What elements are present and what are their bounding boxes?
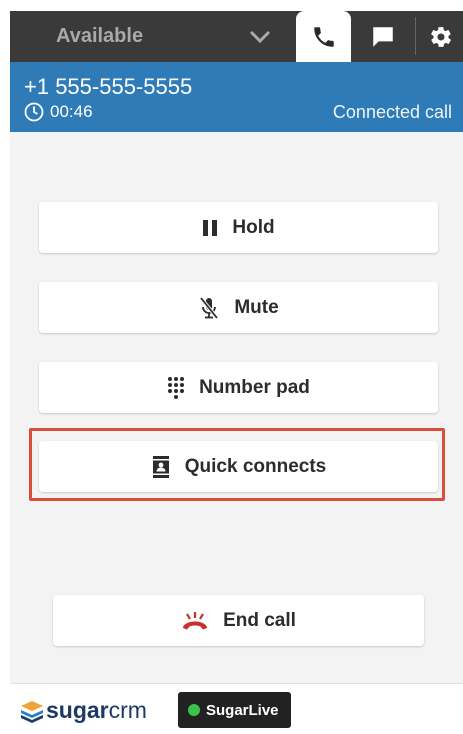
- timer-value: 00:46: [50, 102, 93, 121]
- chat-icon: [373, 26, 393, 47]
- caller-number: +1 555-555-5555: [24, 74, 193, 99]
- number-pad-button[interactable]: Number pad: [39, 362, 438, 413]
- sugarcrm-logo[interactable]: sugar crm: [18, 697, 147, 724]
- chevron-down-icon: [249, 30, 271, 43]
- end-call-label: End call: [223, 609, 296, 631]
- clock-icon: [24, 102, 44, 122]
- hold-label: Hold: [232, 216, 275, 238]
- number-pad-label: Number pad: [199, 376, 310, 398]
- quick-connects-label: Quick connects: [184, 455, 327, 477]
- footer-bar: sugar crm SugarLive: [10, 683, 463, 734]
- mute-button[interactable]: Mute: [39, 282, 438, 333]
- sugarlive-label: SugarLive: [206, 701, 279, 719]
- sugarlive-badge[interactable]: SugarLive: [178, 692, 291, 728]
- tab-chat[interactable]: [356, 11, 410, 62]
- hang-up-icon: [181, 610, 209, 632]
- sugarcrm-cube-icon: [21, 700, 43, 723]
- call-state: Connected call: [332, 102, 452, 122]
- tab-phone[interactable]: [296, 11, 351, 62]
- keypad-icon: [167, 376, 185, 400]
- tab-settings[interactable]: [418, 11, 463, 62]
- mute-icon: [198, 296, 220, 320]
- phone-icon: [313, 26, 334, 47]
- contact-book-icon: [151, 455, 171, 479]
- status-dropdown[interactable]: Available: [10, 11, 295, 62]
- end-call-button[interactable]: End call: [53, 595, 424, 646]
- call-timer: 00:46: [24, 102, 93, 122]
- gear-icon: [430, 26, 451, 47]
- top-bar: Available: [10, 11, 463, 62]
- mute-label: Mute: [234, 296, 279, 318]
- logo-crm-text: crm: [108, 697, 147, 723]
- quick-connects-button[interactable]: Quick connects: [39, 441, 438, 492]
- online-status-icon: [188, 704, 200, 716]
- logo-sugar-text: sugar: [46, 697, 109, 723]
- status-label: Available: [56, 25, 144, 47]
- call-header: +1 555-555-5555 00:46 Connected call: [10, 62, 463, 132]
- pause-icon: [202, 219, 218, 237]
- hold-button[interactable]: Hold: [39, 202, 438, 253]
- tab-divider: [415, 17, 416, 55]
